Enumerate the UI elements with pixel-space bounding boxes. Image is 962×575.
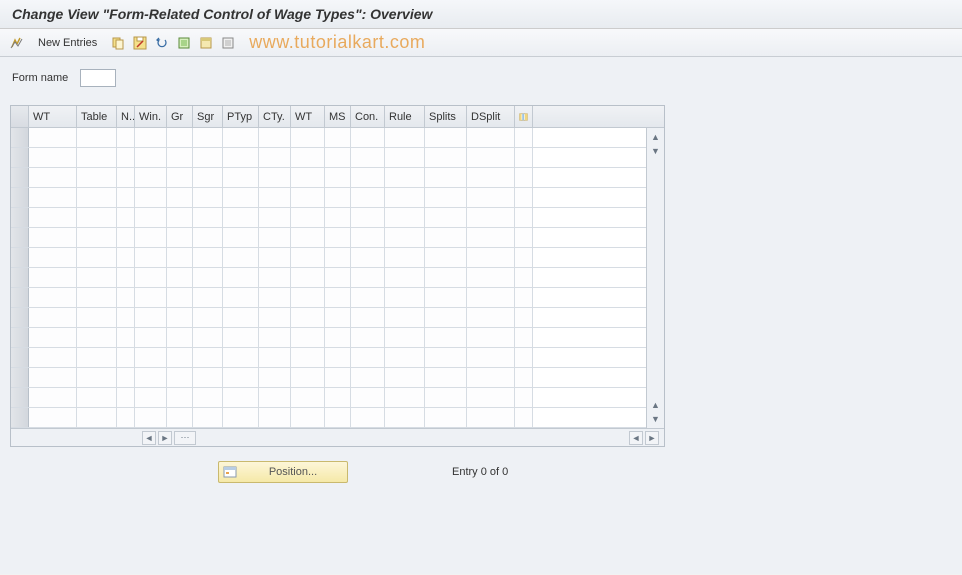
row-selector[interactable] (11, 388, 29, 407)
table-row[interactable] (11, 188, 646, 208)
col-ms[interactable]: MS (325, 106, 351, 127)
table-row[interactable] (11, 368, 646, 388)
entry-status: Entry 0 of 0 (452, 466, 508, 478)
col-win[interactable]: Win. (135, 106, 167, 127)
select-all-column[interactable] (11, 106, 29, 127)
col-wt[interactable]: WT (29, 106, 77, 127)
form-name-row: Form name (10, 69, 952, 87)
position-button[interactable]: Position... (218, 461, 348, 483)
table-body: ▲ ▼ ▲ ▼ (11, 128, 664, 428)
table-header: WT Table N.. Win. Gr Sgr PTyp CTy. WT MS… (11, 106, 664, 128)
toggle-icon[interactable] (8, 34, 26, 52)
row-selector[interactable] (11, 308, 29, 327)
row-selector[interactable] (11, 248, 29, 267)
copy-icon[interactable] (109, 34, 127, 52)
scroll-right-icon[interactable]: ► (158, 431, 172, 445)
position-button-label: Position... (243, 466, 343, 478)
row-selector[interactable] (11, 188, 29, 207)
scroll-left-icon[interactable]: ◄ (142, 431, 156, 445)
toolbar: New Entries www.tutorialkart.com (0, 29, 962, 57)
col-table[interactable]: Table (77, 106, 117, 127)
deselect-all-icon[interactable] (219, 34, 237, 52)
col-cty[interactable]: CTy. (259, 106, 291, 127)
scroll-down-small-icon[interactable]: ▼ (649, 144, 663, 158)
new-entries-button[interactable]: New Entries (30, 35, 105, 51)
col-rule[interactable]: Rule (385, 106, 425, 127)
row-selector[interactable] (11, 208, 29, 227)
scroll-right-end-icon[interactable]: ► (645, 431, 659, 445)
scroll-up-icon[interactable]: ▲ (649, 130, 663, 144)
scroll-down-icon[interactable]: ▼ (649, 412, 663, 426)
configure-columns-icon[interactable] (515, 106, 533, 127)
table-row[interactable] (11, 388, 646, 408)
scroll-up-small-icon[interactable]: ▲ (649, 398, 663, 412)
table-row[interactable] (11, 208, 646, 228)
table-row[interactable] (11, 128, 646, 148)
col-gr[interactable]: Gr (167, 106, 193, 127)
col-dsplit[interactable]: DSplit (467, 106, 515, 127)
table-row[interactable] (11, 228, 646, 248)
form-name-label: Form name (12, 72, 68, 84)
save-icon[interactable] (131, 34, 149, 52)
table-control: WT Table N.. Win. Gr Sgr PTyp CTy. WT MS… (10, 105, 665, 447)
table-row[interactable] (11, 268, 646, 288)
col-wt2[interactable]: WT (291, 106, 325, 127)
row-selector[interactable] (11, 328, 29, 347)
row-selector[interactable] (11, 288, 29, 307)
horizontal-scrollbar[interactable]: ◄ ► ⋯ ◄ ► (11, 428, 664, 446)
content-area: Form name WT Table N.. Win. Gr Sgr PTyp … (0, 57, 962, 574)
table-row[interactable] (11, 408, 646, 428)
row-selector[interactable] (11, 168, 29, 187)
row-selector[interactable] (11, 128, 29, 147)
col-splits[interactable]: Splits (425, 106, 467, 127)
row-selector[interactable] (11, 408, 29, 427)
table-row[interactable] (11, 308, 646, 328)
position-icon (223, 465, 237, 479)
table-row[interactable] (11, 288, 646, 308)
scroll-left-end-icon[interactable]: ◄ (629, 431, 643, 445)
select-all-icon[interactable] (175, 34, 193, 52)
header-scroll-spacer (533, 106, 551, 127)
vertical-scrollbar[interactable]: ▲ ▼ ▲ ▼ (646, 128, 664, 428)
watermark: www.tutorialkart.com (249, 32, 425, 53)
row-selector[interactable] (11, 348, 29, 367)
scroll-drag-icon[interactable]: ⋯ (174, 431, 196, 445)
table-row[interactable] (11, 348, 646, 368)
row-selector[interactable] (11, 148, 29, 167)
page-title: Change View "Form-Related Control of Wag… (0, 0, 962, 29)
row-selector[interactable] (11, 268, 29, 287)
table-row[interactable] (11, 328, 646, 348)
footer: Position... Entry 0 of 0 (218, 461, 952, 483)
col-con[interactable]: Con. (351, 106, 385, 127)
table-rows (11, 128, 646, 428)
col-ptyp[interactable]: PTyp (223, 106, 259, 127)
row-selector[interactable] (11, 368, 29, 387)
table-row[interactable] (11, 148, 646, 168)
table-row[interactable] (11, 168, 646, 188)
undo-icon[interactable] (153, 34, 171, 52)
select-block-icon[interactable] (197, 34, 215, 52)
form-name-input[interactable] (80, 69, 116, 87)
col-sgr[interactable]: Sgr (193, 106, 223, 127)
table-row[interactable] (11, 248, 646, 268)
col-n[interactable]: N.. (117, 106, 135, 127)
row-selector[interactable] (11, 228, 29, 247)
